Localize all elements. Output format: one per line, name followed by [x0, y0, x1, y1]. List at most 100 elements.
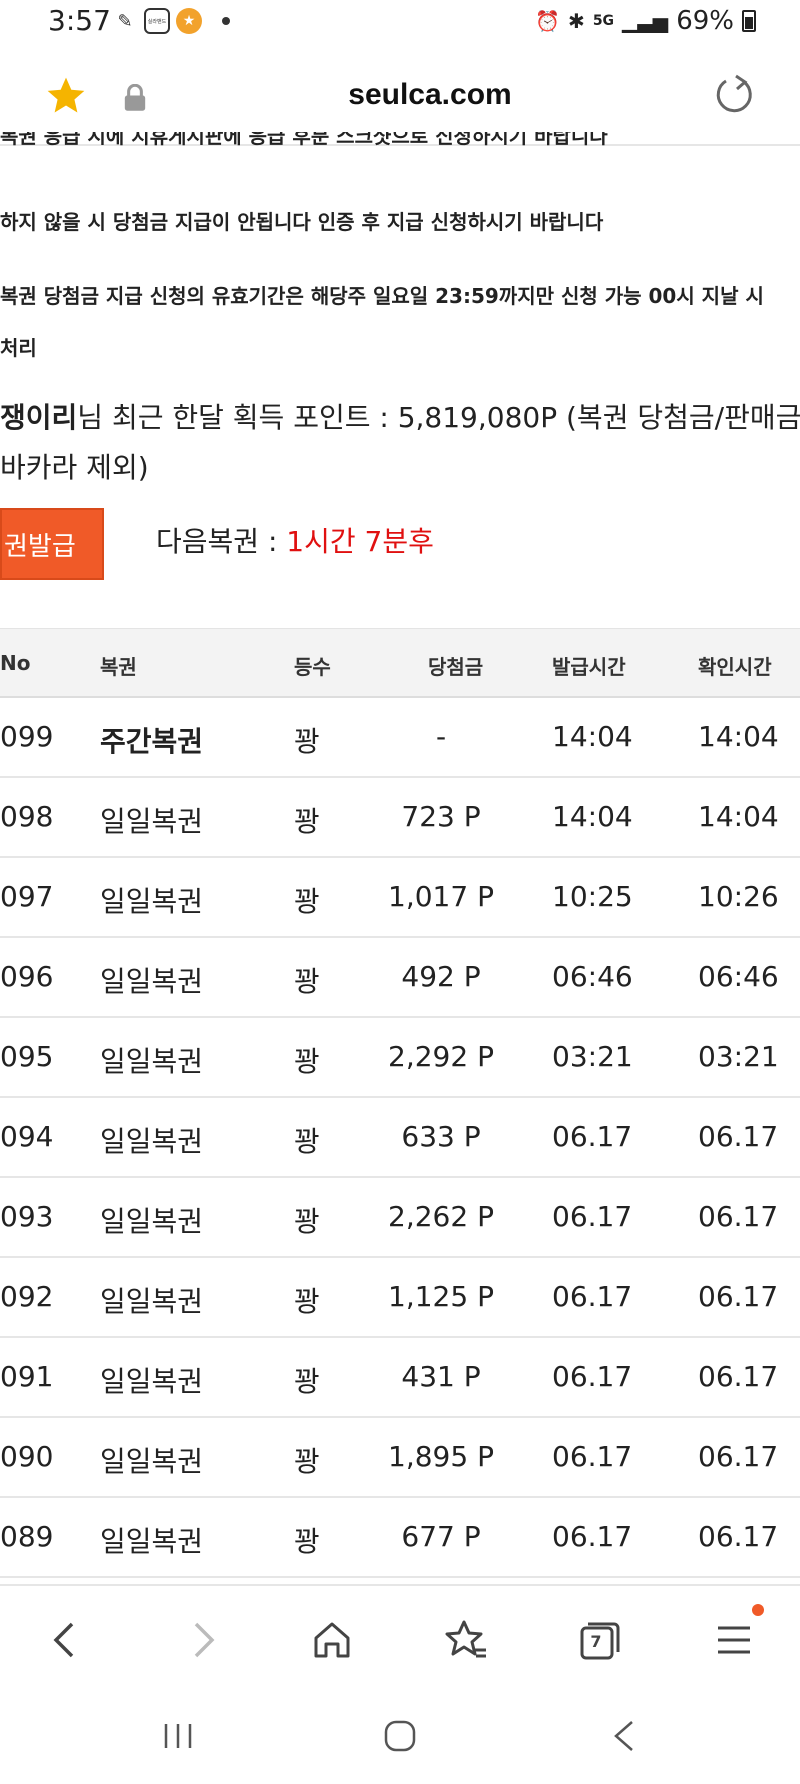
next-lottery-time: 1시간 7분후 — [286, 525, 434, 558]
header-issued: 발급시간 — [552, 655, 626, 679]
tab-count: 7 — [590, 1632, 602, 1651]
row-issued: 03:21 — [552, 1040, 633, 1073]
recent-apps-icon[interactable] — [158, 1716, 198, 1756]
home-icon[interactable] — [308, 1616, 356, 1664]
row-no: 093 — [0, 1200, 54, 1233]
table-row[interactable]: 098 일일복권 꽝 723 P 14:04 14:04 — [0, 778, 800, 858]
table-header: No 복권 등수 당첨금 발급시간 확인시간 — [0, 628, 800, 698]
points-summary: 쟁이리님 최근 한달 획득 포인트 : 5,819,080P (복권 당첨금/판… — [0, 396, 800, 436]
status-notification-icons: ✎ 실라밴드 ★ — [112, 8, 230, 34]
lottery-history-table: No 복권 등수 당첨금 발급시간 확인시간 099 주간복권 꽝 -14:04 14:… — [0, 628, 800, 1578]
points-text: 님 최근 한달 획득 포인트 : 5,819,080P (복권 당첨금/판매금, — [77, 401, 800, 434]
table-row[interactable]: 094 일일복권 꽝 633 P 06.17 06.17 — [0, 1098, 800, 1178]
back-icon[interactable] — [42, 1616, 90, 1664]
row-rank: 꽝 — [294, 1445, 320, 1478]
row-no: 098 — [0, 800, 54, 833]
row-prize: 1,895 P — [388, 1440, 494, 1473]
status-time: 3:57 — [48, 4, 111, 37]
row-no: 092 — [0, 1280, 54, 1313]
row-name: 일일복권 — [100, 1125, 204, 1158]
pen-icon: ✎ — [117, 10, 133, 32]
row-checked: 10:26 — [698, 880, 779, 913]
bluetooth-icon: ✱ — [568, 9, 585, 33]
row-checked: 06:46 — [698, 960, 779, 993]
row-rank: 꽝 — [294, 885, 320, 918]
notice-line-3: 처리 — [0, 336, 37, 360]
table-row[interactable]: 099 주간복권 꽝 - 14:04 14:04 — [0, 698, 800, 778]
table-row[interactable]: 093 일일복권 꽝 2,262 P 06.17 06.17 — [0, 1178, 800, 1258]
header-rank: 등수 — [294, 655, 331, 679]
header-no: No — [0, 651, 31, 675]
row-prize: 723 P — [401, 800, 481, 833]
row-checked: 06.17 — [698, 1120, 779, 1153]
row-checked: 03:21 — [698, 1040, 779, 1073]
row-no: 089 — [0, 1520, 54, 1553]
row-checked: 06.17 — [698, 1440, 779, 1473]
table-row[interactable]: 089 일일복권 꽝 677 P 06.17 06.17 — [0, 1498, 800, 1578]
row-issued: 06.17 — [552, 1360, 633, 1393]
row-issued: 06:46 — [552, 960, 633, 993]
battery-percent: 69% — [676, 6, 734, 36]
table-row[interactable]: 092 일일복권 꽝 1,125 P 06.17 06.17 — [0, 1258, 800, 1338]
row-issued: 06.17 — [552, 1120, 633, 1153]
system-back-icon[interactable] — [604, 1716, 644, 1756]
reload-icon[interactable] — [710, 72, 758, 120]
row-issued: 06.17 — [552, 1520, 633, 1553]
row-name: 주간복권 — [100, 725, 204, 758]
username: 쟁이리 — [0, 401, 78, 434]
row-name: 일일복권 — [100, 805, 204, 838]
row-no: 091 — [0, 1360, 54, 1393]
row-issued: 14:04 — [552, 720, 633, 753]
bookmarks-icon[interactable] — [442, 1616, 490, 1664]
points-summary-cont: 바카라 제외) — [0, 451, 149, 484]
row-name: 일일복권 — [100, 1045, 204, 1078]
table-body: 099 주간복권 꽝 -14:04 14:04 098 일일복권 꽝 723 P 14:04 14:… — [0, 698, 800, 1578]
tabs-button[interactable]: 7 — [576, 1616, 624, 1664]
table-row[interactable]: 097 일일복권 꽝 1,017 P 10:25 10:26 — [0, 858, 800, 938]
row-checked: 14:04 — [698, 720, 779, 753]
menu-icon[interactable] — [710, 1616, 758, 1664]
row-rank: 꽝 — [294, 1205, 320, 1238]
battery-icon — [742, 10, 756, 32]
row-no: 099 — [0, 720, 54, 753]
row-rank: 꽝 — [294, 1285, 320, 1318]
system-home-icon[interactable] — [380, 1716, 420, 1756]
notice-line-0-text: 복권 응급 시에 지휴게시판에 응급 후분 스크샷으로 신청하시기 바랍니다 — [0, 132, 608, 148]
table-row[interactable]: 091 일일복권 꽝 431 P 06.17 06.17 — [0, 1338, 800, 1418]
row-prize: - — [435, 720, 447, 753]
row-issued: 10:25 — [552, 880, 633, 913]
table-row[interactable]: 090 일일복권 꽝 1,895 P 06.17 06.17 — [0, 1418, 800, 1498]
row-issued: 06.17 — [552, 1200, 633, 1233]
row-rank: 꽝 — [294, 1365, 320, 1398]
row-no: 094 — [0, 1120, 54, 1153]
row-prize: 633 P — [401, 1120, 481, 1153]
network-type-icon: 5G — [592, 13, 615, 29]
row-rank: 꽝 — [294, 805, 320, 838]
row-rank: 꽝 — [294, 1125, 320, 1158]
app-badge-text: 실라밴드 — [147, 18, 167, 25]
row-rank: 꽝 — [294, 725, 320, 758]
alarm-icon: ⏰ — [535, 9, 561, 33]
row-name: 일일복권 — [100, 1525, 204, 1558]
table-row[interactable]: 096 일일복권 꽝 492 P 06:46 06:46 — [0, 938, 800, 1018]
url-text[interactable]: seulca.com — [0, 78, 800, 112]
more-notifications-dot — [222, 17, 230, 25]
notice-line-0: 복권 응급 시에 지휴게시판에 응급 후분 스크샷으로 신청하시기 바랍니다 — [0, 132, 608, 152]
row-checked: 14:04 — [698, 800, 779, 833]
row-prize: 1,017 P — [388, 880, 494, 913]
row-prize: 1,125 P — [388, 1280, 494, 1313]
row-checked: 06.17 — [698, 1360, 779, 1393]
issue-lottery-button[interactable]: 권발급 — [0, 508, 104, 580]
header-checked: 확인시간 — [698, 655, 772, 679]
row-no: 095 — [0, 1040, 54, 1073]
row-rank: 꽝 — [294, 1045, 320, 1078]
row-no: 097 — [0, 880, 54, 913]
header-name: 복권 — [100, 655, 137, 679]
status-bar: 3:57 ✎ 실라밴드 ★ ⏰ ✱ 5G ▁▃▅ 69% — [0, 0, 800, 48]
table-row[interactable]: 095 일일복권 꽝 2,292 P 03:21 03:21 — [0, 1018, 800, 1098]
next-lottery-label: 다음복권 : — [156, 525, 287, 558]
forward-icon[interactable] — [178, 1616, 226, 1664]
row-name: 일일복권 — [100, 1285, 204, 1318]
notice-line-2: 복권 당첨금 지급 신청의 유효기간은 해당주 일요일 23:59까지만 신청 … — [0, 284, 764, 308]
row-name: 일일복권 — [100, 1205, 204, 1238]
